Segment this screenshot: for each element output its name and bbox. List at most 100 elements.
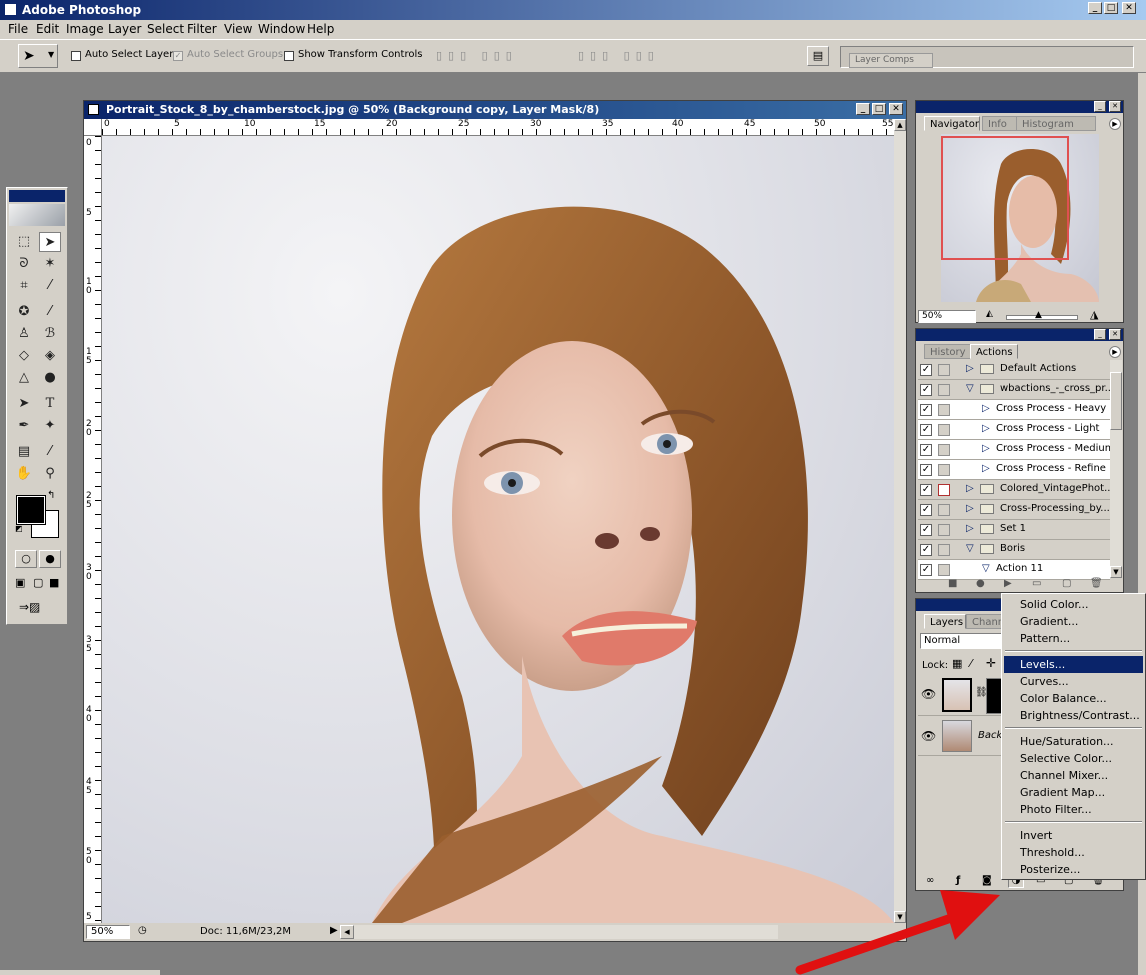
feather-logo-icon[interactable] [9,204,65,226]
scroll-left-button[interactable]: ◀ [340,925,354,939]
standard-mode-button[interactable]: ○ [15,550,37,568]
zoom-field[interactable]: 50% [86,925,130,939]
delete-icon[interactable]: 🗑 [1090,578,1103,589]
vertical-scrollbar[interactable]: ▲ ▼ [894,119,906,923]
tab-info[interactable]: Info [982,116,1018,131]
healing-brush-tool-icon[interactable]: ✪ [13,302,35,322]
maximize-button[interactable]: □ [1104,2,1118,14]
action-toggle-checkbox[interactable]: ✓ [920,564,932,576]
paint-bucket-tool-icon[interactable]: ◈ [39,346,61,366]
menu-item[interactable]: Pattern... [1004,630,1143,647]
menu-layer[interactable]: Layer [108,22,141,36]
doc-maximize-button[interactable]: □ [872,103,886,115]
menu-window[interactable]: Window [258,22,305,36]
action-row[interactable]: ✓ ▷ Set 1 [918,520,1110,540]
lock-transparency-icon[interactable]: ▦ [952,657,962,670]
navigator-view-box[interactable] [941,136,1069,260]
dialog-toggle-box[interactable] [938,564,950,576]
eraser-tool-icon[interactable]: ◇ [13,346,35,366]
action-toggle-checkbox[interactable]: ✓ [920,484,932,496]
actions-minimize-button[interactable]: _ [1094,329,1106,340]
document-title-bar[interactable]: Portrait_Stock_8_by_chamberstock.jpg @ 5… [84,101,906,119]
close-button[interactable]: ✕ [1122,2,1136,14]
horizontal-scrollbar[interactable]: ◀ [340,925,778,939]
blend-mode-select[interactable]: Normal [920,633,1002,649]
expand-triangle-icon[interactable]: ▷ [982,463,990,474]
distribute-buttons-group[interactable]: ▯▯▯ ▯▯▯ [578,49,688,63]
screen-mode-full-menu-icon[interactable]: ▢ [33,576,43,589]
auto-select-layer-checkbox[interactable] [71,51,81,61]
dodge-tool-icon[interactable]: ● [39,368,61,388]
tab-actions[interactable]: Actions [970,344,1018,359]
expand-triangle-icon[interactable]: ▷ [966,523,974,534]
blur-tool-icon[interactable]: △ [13,368,35,388]
dialog-toggle-box[interactable] [938,364,950,376]
new-set-icon[interactable]: ▭ [1032,578,1041,589]
move-tool-preset-button[interactable]: ➤ ▼ [18,44,58,68]
menu-item[interactable]: Threshold... [1004,844,1143,861]
swap-colors-icon[interactable]: ↰ [47,490,55,501]
menu-item[interactable]: Channel Mixer... [1004,767,1143,784]
expand-triangle-icon[interactable]: ▷ [966,363,974,374]
action-toggle-checkbox[interactable]: ✓ [920,524,932,536]
expand-triangle-icon[interactable]: ▷ [966,503,974,514]
foreground-color-swatch-top[interactable] [16,495,46,525]
menu-item[interactable]: Gradient... [1004,613,1143,630]
panel-menu-icon[interactable]: ▶ [1109,118,1121,130]
menu-item[interactable]: Brightness/Contrast... [1004,707,1143,724]
ruler-left[interactable]: 0 5 1 0 1 5 2 0 2 5 3 0 3 5 4 0 4 5 5 0 … [84,136,102,923]
zoom-tool-icon[interactable]: ⚲ [39,464,61,484]
new-action-icon[interactable]: ▢ [1062,578,1071,589]
default-colors-icon[interactable]: ◩ [15,524,23,533]
action-row[interactable]: ✓ ▷ Cross Process - Light [918,420,1110,440]
action-row[interactable]: ✓ ▷ Default Actions [918,360,1110,380]
menu-edit[interactable]: Edit [36,22,59,36]
dialog-toggle-box[interactable] [938,524,950,536]
status-info-icon[interactable]: ◷ [138,925,147,936]
menu-view[interactable]: View [224,22,252,36]
tab-histogram[interactable]: Histogram [1016,116,1096,131]
dialog-toggle-box[interactable] [938,544,950,556]
navigator-minimize-button[interactable]: _ [1094,101,1106,112]
action-toggle-checkbox[interactable]: ✓ [920,404,932,416]
slice-tool-icon[interactable]: ⁄ [39,276,61,296]
action-toggle-checkbox[interactable]: ✓ [920,544,932,556]
menu-item[interactable]: Levels... [1004,656,1143,673]
lock-position-icon[interactable]: ✛ [986,656,996,670]
action-row[interactable]: ✓ ▷ Cross-Processing_by... [918,500,1110,520]
marquee-tool-icon[interactable]: ⬚ [13,232,35,252]
action-toggle-checkbox[interactable]: ✓ [920,424,932,436]
collapse-triangle-icon[interactable]: ▽ [982,563,990,574]
dialog-toggle-box[interactable] [938,384,950,396]
dialog-toggle-box[interactable] [938,504,950,516]
menu-filter[interactable]: Filter [187,22,217,36]
align-buttons-group[interactable]: ▯▯▯ ▯▯▯ [436,49,546,63]
collapse-triangle-icon[interactable]: ▽ [966,543,974,554]
navigator-zoom-slider-thumb[interactable]: ▲ [1035,310,1042,320]
scroll-up-button[interactable]: ▲ [894,119,906,131]
navigator-zoom-slider[interactable] [1006,315,1078,320]
menu-item[interactable]: Color Balance... [1004,690,1143,707]
ruler-origin[interactable] [84,119,102,136]
tab-navigator[interactable]: Navigator [924,116,980,131]
record-icon[interactable]: ● [976,578,985,589]
expand-triangle-icon[interactable]: ▷ [982,443,990,454]
action-row[interactable]: ✓ ▷ Colored_VintagePhot... [918,480,1112,500]
eye-icon[interactable]: 👁 [921,729,936,743]
play-icon[interactable]: ▶ [1004,578,1012,589]
brush-tool-icon[interactable]: ⁄ [39,302,61,322]
dialog-toggle-box[interactable] [938,444,950,456]
hand-tool-icon[interactable]: ✋ [13,464,35,484]
zoom-out-icon[interactable]: ◭ [986,309,993,319]
zoom-in-icon[interactable]: ◮ [1090,308,1098,321]
history-brush-tool-icon[interactable]: ℬ [39,324,61,344]
action-row[interactable]: ✓ ▽ Action 11 [918,560,1110,580]
eye-icon[interactable]: 👁 [921,687,936,701]
path-selection-tool-icon[interactable]: ➤ [13,394,35,414]
action-row[interactable]: ✓ ▷ Cross Process - Heavy [918,400,1110,420]
status-menu-arrow-icon[interactable]: ▶ [330,925,338,936]
menu-help[interactable]: Help [307,22,334,36]
navigator-close-button[interactable]: ✕ [1109,101,1121,112]
action-toggle-checkbox[interactable]: ✓ [920,444,932,456]
actions-panel-menu-icon[interactable]: ▶ [1109,346,1121,358]
